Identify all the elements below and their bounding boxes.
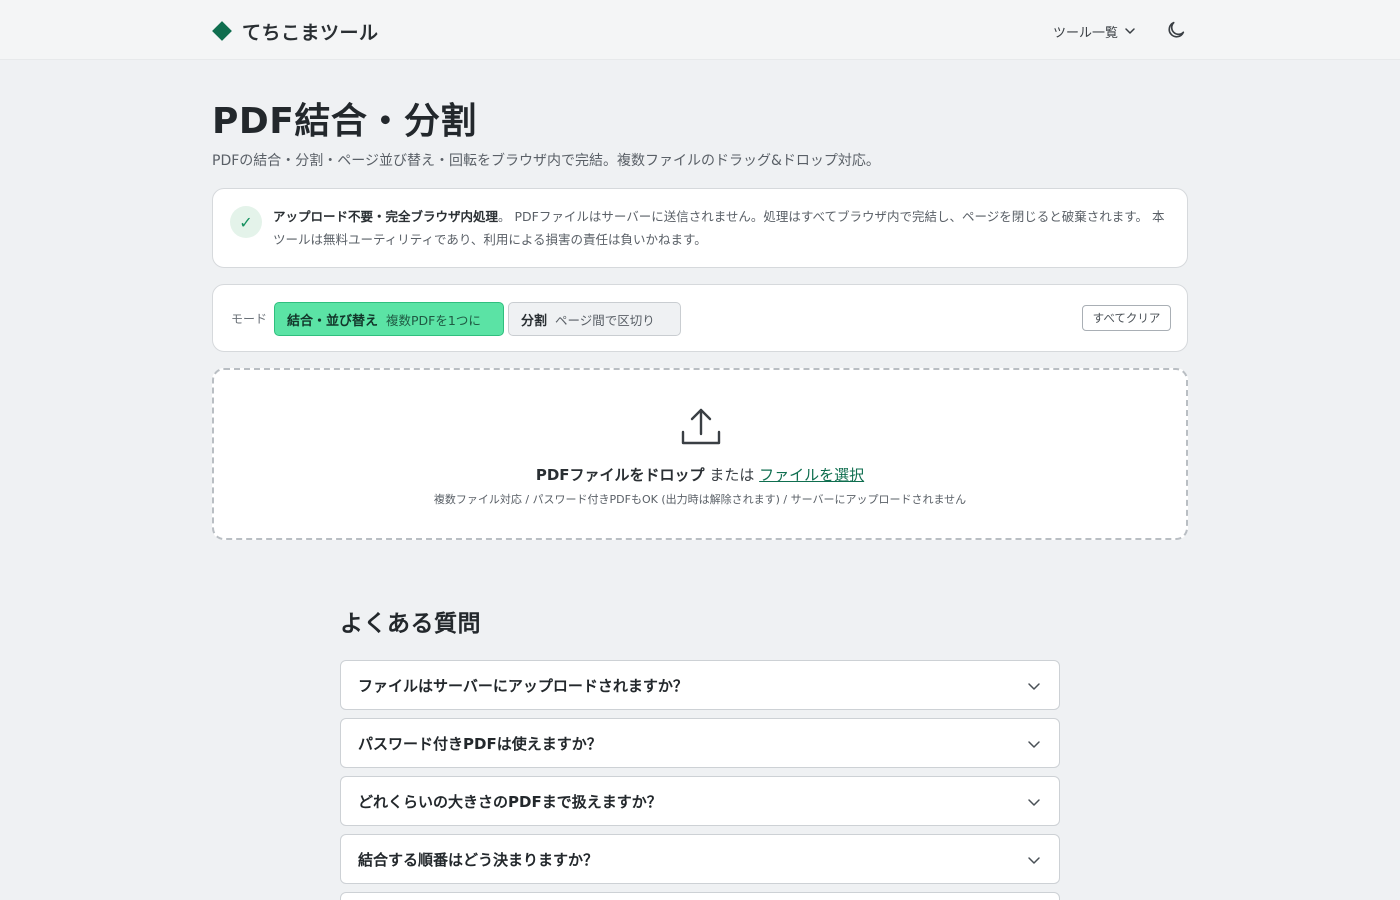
mode-split-button[interactable]: 分割 ページ間で区切り [508, 302, 681, 336]
faq-item-size[interactable]: どれくらいの大きさのPDFまで扱えますか？ [340, 776, 1060, 826]
tools-menu-label: ツール一覧 [1053, 25, 1119, 41]
page-title: PDF結合・分割 [212, 101, 477, 142]
drop-subtext: 複数ファイル対応 / パスワード付きPDFもOK (出力時は解除されます) / … [433, 493, 967, 506]
tools-menu-button[interactable]: ツール一覧 [1053, 20, 1136, 42]
mode-split-title: 分割 [521, 313, 548, 329]
faq-item-upload[interactable]: ファイルはサーバーにアップロードされますか？ [340, 660, 1060, 710]
mode-split-subtitle: ページ間で区切り [555, 312, 655, 328]
clear-all-button[interactable]: すべてクリア [1082, 305, 1171, 331]
chevron-down-icon [1028, 857, 1040, 864]
pdf-drop-zone[interactable]: PDFファイルをドロップ または ファイルを選択 複数ファイル対応 / パスワー… [212, 368, 1188, 540]
check-icon: ✓ [230, 206, 262, 238]
mode-merge-title: 結合・並び替え [287, 313, 379, 329]
faq-question: ファイルはサーバーにアップロードされますか？ [358, 677, 688, 695]
top-bar: てちこまツール ツール一覧 [0, 0, 1400, 60]
chevron-down-icon [1028, 799, 1040, 806]
notice-text: アップロード不要・完全ブラウザ内処理。 PDFファイルはサーバーに送信されません… [273, 205, 1169, 251]
chevron-down-icon [1125, 28, 1135, 34]
faq-title: よくある質問 [340, 611, 481, 637]
moon-icon [1168, 21, 1185, 38]
page-description: PDFの結合・分割・ページ並び替え・回転をブラウザ内で完結。複数ファイルのドラッ… [212, 153, 880, 169]
mode-merge-button[interactable]: 結合・並び替え 複数PDFを1つに [274, 302, 504, 336]
faq-question: パスワード付きPDFは使えますか？ [358, 735, 602, 753]
brand-name: てちこまツール [242, 21, 379, 44]
theme-toggle-button[interactable] [1164, 18, 1188, 42]
faq-question: 結合する順番はどう決まりますか？ [358, 851, 599, 869]
upload-icon [681, 408, 721, 445]
faq-item-order[interactable]: 結合する順番はどう決まりますか？ [340, 834, 1060, 884]
brand-link[interactable]: てちこまツール [212, 18, 379, 44]
diamond-logo-icon [212, 21, 232, 41]
faq-item-password[interactable]: パスワード付きPDFは使えますか？ [340, 718, 1060, 768]
mode-bar: モード 結合・並び替え 複数PDFを1つに 分割 ページ間で区切り すべてクリア [212, 284, 1188, 352]
drop-or-text: または [709, 466, 755, 484]
file-select-link[interactable]: ファイルを選択 [759, 466, 864, 484]
chevron-down-icon [1028, 683, 1040, 690]
mode-label: モード [231, 312, 268, 326]
chevron-down-icon [1028, 741, 1040, 748]
privacy-notice: ✓ アップロード不要・完全ブラウザ内処理。 PDFファイルはサーバーに送信されま… [212, 188, 1188, 268]
faq-question: どれくらいの大きさのPDFまで扱えますか？ [358, 793, 662, 811]
mode-merge-subtitle: 複数PDFを1つに [386, 312, 481, 328]
drop-text: PDFファイルをドロップ [535, 466, 705, 484]
drop-instruction: PDFファイルをドロップ または ファイルを選択 [214, 464, 1186, 485]
notice-bold: アップロード不要・完全ブラウザ内処理 [273, 209, 499, 224]
faq-item-partial[interactable] [340, 892, 1060, 900]
